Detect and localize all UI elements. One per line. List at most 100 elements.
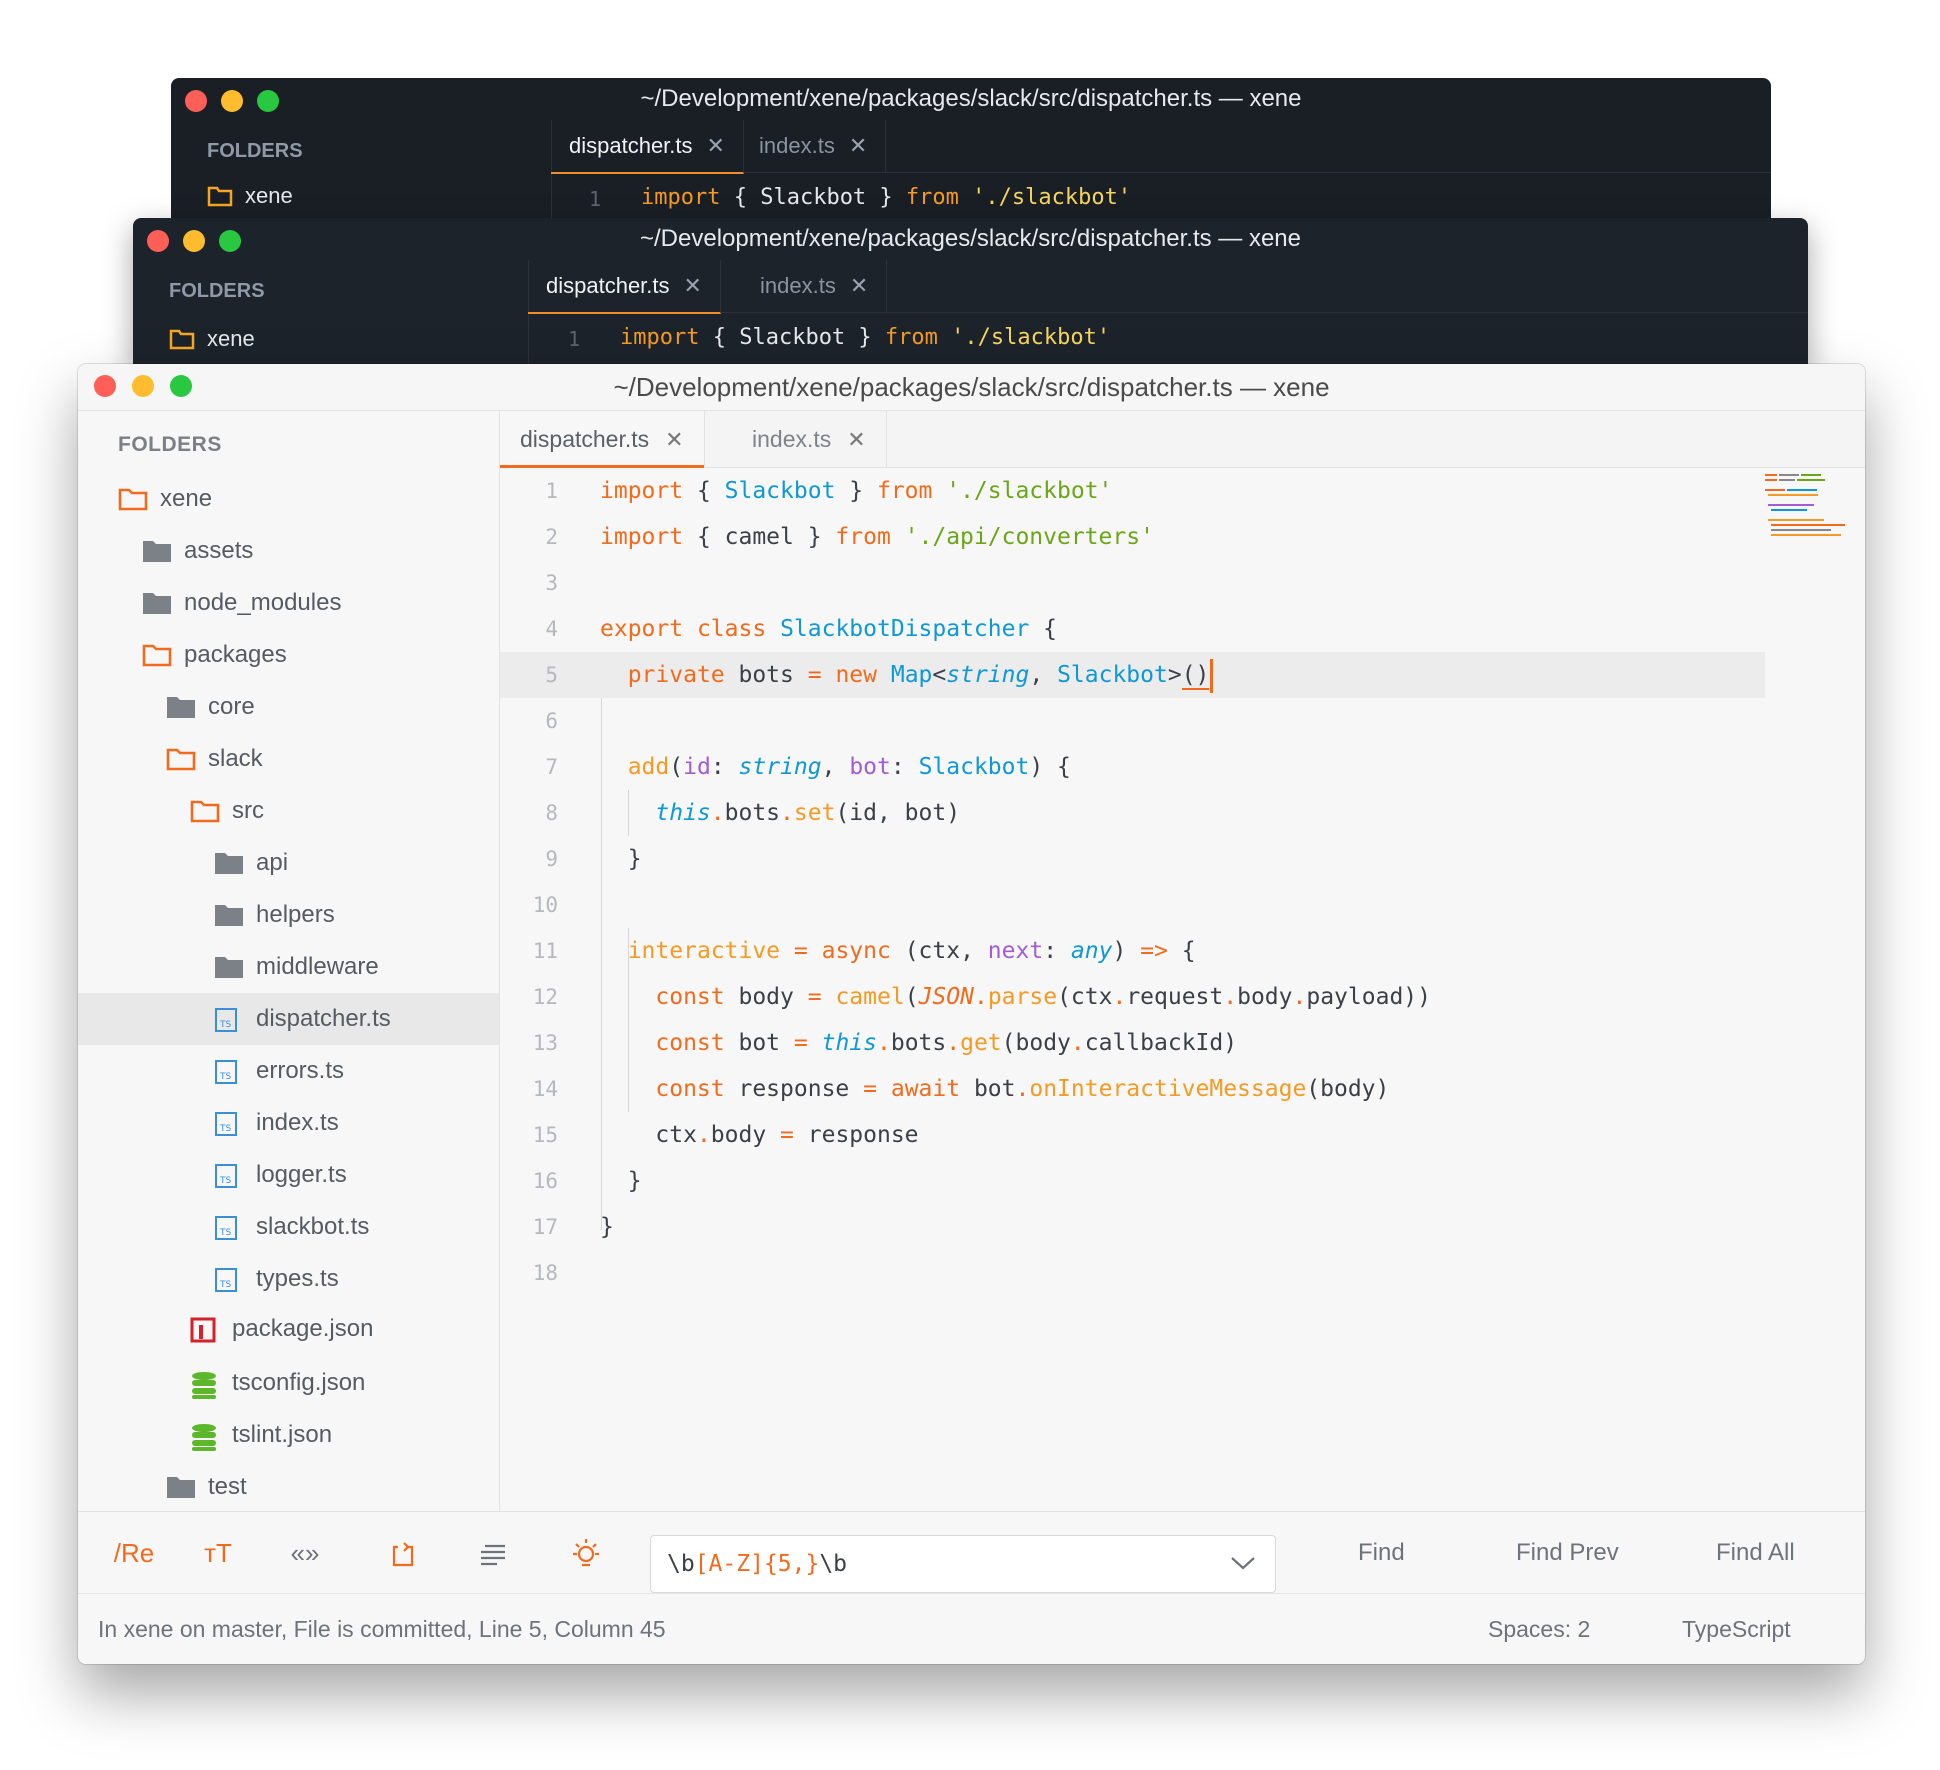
typescript-file-icon: TS	[214, 1163, 242, 1188]
code-line[interactable]: 16 }	[500, 1158, 1765, 1204]
indentation-setting[interactable]: Spaces: 2	[1488, 1594, 1590, 1664]
tab-dispatcher[interactable]: dispatcher.ts ✕	[500, 411, 705, 468]
tree-item-xene[interactable]: xene	[207, 183, 293, 209]
code-line[interactable]: 13 const bot = this.bots.get(body.callba…	[500, 1020, 1765, 1066]
tab-index[interactable]: index.ts ✕	[742, 260, 888, 312]
close-tab-icon[interactable]: ✕	[684, 273, 702, 298]
find-button[interactable]: Find	[1358, 1512, 1405, 1594]
code-line[interactable]: 10	[500, 882, 1765, 928]
close-tab-icon[interactable]: ✕	[665, 427, 683, 452]
code-line[interactable]: 14 const response = await bot.onInteract…	[500, 1066, 1765, 1112]
tree-item-errors-ts[interactable]: TS errors.ts	[78, 1045, 499, 1097]
code-line[interactable]: 1 import { Slackbot } from './slackbot'	[500, 468, 1765, 514]
code-text: }	[600, 1168, 642, 1194]
tree-item-test[interactable]: test	[78, 1461, 499, 1513]
code-line[interactable]: 11 interactive = async (ctx, next: any) …	[500, 928, 1765, 974]
language-mode[interactable]: TypeScript	[1682, 1594, 1791, 1664]
tree-item-package-json[interactable]: package.json	[78, 1303, 499, 1355]
typescript-file-icon: TS	[214, 1059, 242, 1084]
tree-item-label: tsconfig.json	[232, 1369, 366, 1396]
tree-item-label: xene	[207, 326, 255, 351]
tree-item-src[interactable]: src	[78, 785, 499, 837]
whole-word-toggle[interactable]: «»	[275, 1512, 335, 1594]
code-line: import { Slackbot } from './slackbot'	[641, 185, 1132, 210]
tree-item-assets[interactable]: assets	[78, 525, 499, 577]
lines-icon	[481, 1545, 505, 1566]
svg-text:TS: TS	[219, 1020, 231, 1030]
tree-item-tsconfig-json[interactable]: tsconfig.json	[78, 1357, 499, 1409]
text-cursor	[1210, 658, 1214, 693]
tab-bar: dispatcher.ts ✕ index.ts ✕	[551, 120, 1771, 174]
folder-icon	[166, 1475, 195, 1499]
code-text: const body = camel(JSON.parse(ctx.reques…	[655, 984, 1431, 1010]
code-line[interactable]: 17}	[500, 1204, 1765, 1250]
tree-item-xene[interactable]: xene	[78, 473, 499, 525]
close-tab-icon[interactable]: ✕	[707, 133, 725, 158]
find-prev-button[interactable]: Find Prev	[1516, 1512, 1619, 1594]
find-input[interactable]: \b[A-Z]{5,}\b	[650, 1535, 1276, 1593]
wrap-toggle[interactable]	[373, 1512, 433, 1594]
titlebar: ~/Development/xene/packages/slack/src/di…	[133, 218, 1808, 260]
line-number: 2	[545, 525, 558, 549]
close-tab-icon[interactable]: ✕	[850, 273, 868, 298]
find-all-button[interactable]: Find All	[1716, 1512, 1795, 1594]
line-number: 15	[532, 1123, 558, 1147]
code-line[interactable]: 8 this.bots.set(id, bot)	[500, 790, 1765, 836]
highlight-matches-toggle[interactable]	[556, 1512, 616, 1594]
line-number: 11	[532, 939, 558, 963]
tree-item-node-modules[interactable]: node_modules	[78, 577, 499, 629]
tab-dispatcher[interactable]: dispatcher.ts ✕	[528, 260, 721, 314]
code-line[interactable]: 4 export class SlackbotDispatcher {	[500, 606, 1765, 652]
close-tab-icon[interactable]: ✕	[849, 133, 867, 158]
code-text: import { camel } from './api/converters'	[600, 524, 1154, 550]
tree-item-types-ts[interactable]: TS types.ts	[78, 1253, 499, 1305]
tree-item-label: assets	[184, 537, 254, 564]
tab-index[interactable]: index.ts ✕	[732, 411, 887, 467]
tree-item-logger-ts[interactable]: TS logger.ts	[78, 1149, 499, 1201]
code-line[interactable]: 2 import { camel } from './api/converters…	[500, 514, 1765, 560]
tree-item-index-ts[interactable]: TS index.ts	[78, 1097, 499, 1149]
regex-toggle[interactable]: /Re	[104, 1512, 164, 1594]
code-line[interactable]: 12 const body = camel(JSON.parse(ctx.req…	[500, 974, 1765, 1020]
tree-item-helpers[interactable]: helpers	[78, 889, 499, 941]
code-line[interactable]: 5 private bots = new Map<string, Slackbo…	[500, 652, 1765, 698]
tree-item-tslint-json[interactable]: tslint.json	[78, 1409, 499, 1461]
tab-index[interactable]: index.ts ✕	[741, 120, 887, 172]
tab-label: index.ts	[760, 273, 836, 298]
close-tab-icon[interactable]: ✕	[847, 427, 865, 452]
code-line[interactable]: 6	[500, 698, 1765, 744]
code-line[interactable]: 15 ctx.body = response	[500, 1112, 1765, 1158]
json-config-icon	[190, 1371, 218, 1399]
svg-text:TS: TS	[219, 1072, 231, 1082]
find-bar: /Re тT «» \b[A-Z]{5,}\b Find Find Prev F…	[78, 1511, 1865, 1594]
tree-item-core[interactable]: core	[78, 681, 499, 733]
code-text: private bots = new Map<string, Slackbot>…	[600, 652, 1214, 698]
typescript-file-icon: TS	[214, 1267, 242, 1292]
code-line[interactable]: 18	[500, 1250, 1765, 1296]
tree-item-xene[interactable]: xene	[169, 326, 255, 352]
chevron-down-icon[interactable]	[1229, 1554, 1257, 1572]
folder-open-icon	[190, 799, 220, 823]
tree-item-label: dispatcher.ts	[256, 1005, 391, 1032]
line-number: 18	[532, 1261, 558, 1285]
folder-open-icon	[169, 329, 195, 350]
svg-text:TS: TS	[219, 1228, 231, 1238]
minimap[interactable]	[1765, 468, 1845, 538]
tree-item-api[interactable]: api	[78, 837, 499, 889]
code-line[interactable]: 7 add(id: string, bot: Slackbot) {	[500, 744, 1765, 790]
code-text: import { Slackbot } from './slackbot'	[600, 478, 1113, 504]
line-number: 1	[568, 327, 581, 351]
tree-item-label: index.ts	[256, 1109, 339, 1136]
tree-item-middleware[interactable]: middleware	[78, 941, 499, 993]
typescript-file-icon: TS	[214, 1111, 242, 1136]
case-sensitive-toggle[interactable]: тT	[188, 1512, 248, 1594]
tree-item-dispatcher-ts[interactable]: TS dispatcher.ts	[78, 993, 499, 1045]
tab-dispatcher[interactable]: dispatcher.ts ✕	[551, 120, 744, 174]
tree-item-slackbot-ts[interactable]: TS slackbot.ts	[78, 1201, 499, 1253]
code-line[interactable]: 9 }	[500, 836, 1765, 882]
code-line[interactable]: 3	[500, 560, 1765, 606]
tree-item-slack[interactable]: slack	[78, 733, 499, 785]
in-selection-toggle[interactable]	[463, 1512, 523, 1594]
code-editor[interactable]: 1 import { Slackbot } from './slackbot' 2 i…	[500, 468, 1865, 1302]
tree-item-packages[interactable]: packages	[78, 629, 499, 681]
